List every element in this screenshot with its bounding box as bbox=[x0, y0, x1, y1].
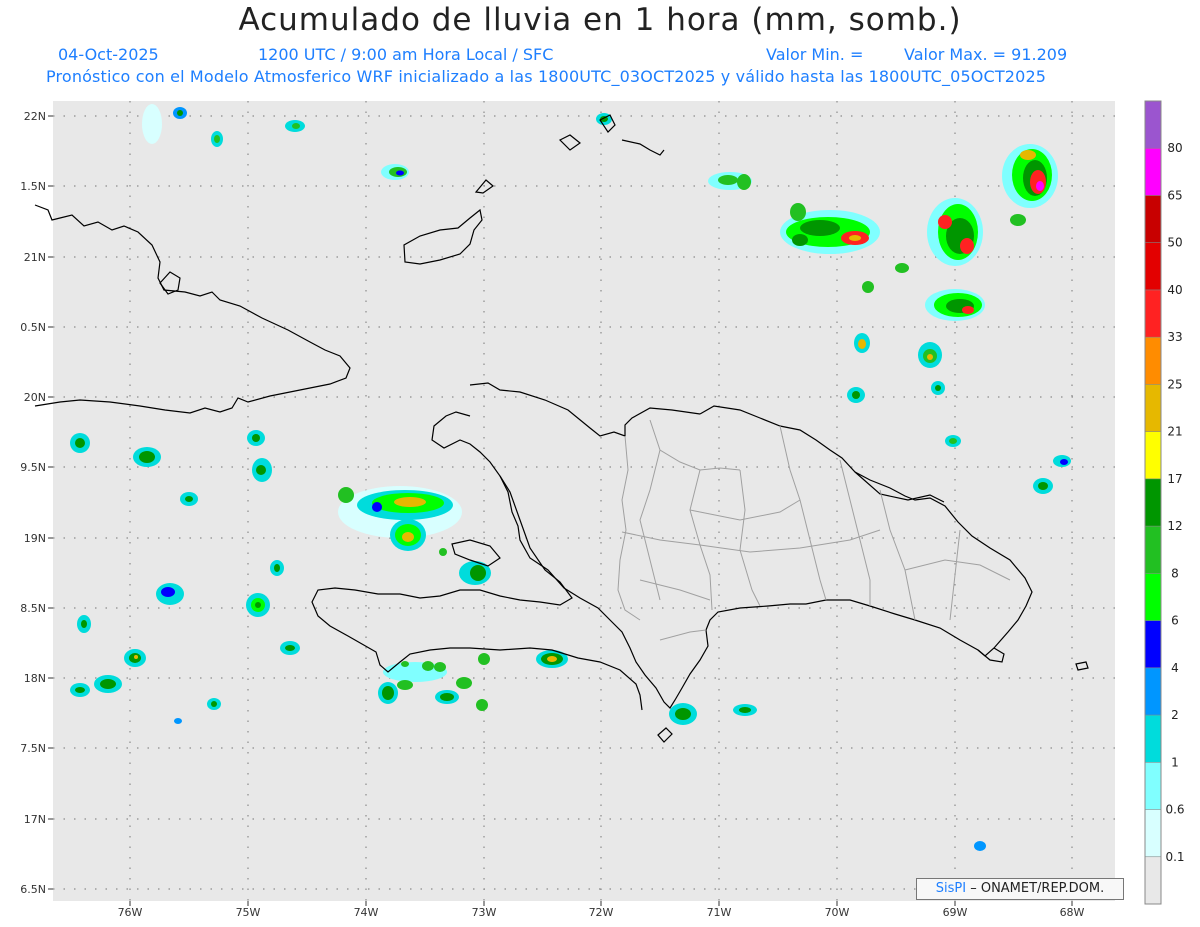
rain-cell bbox=[211, 131, 223, 147]
lat-label: 20N bbox=[24, 391, 46, 404]
colorbar-label: 21 bbox=[1167, 425, 1182, 439]
lon-label: 75W bbox=[236, 906, 261, 919]
colorbar-segment bbox=[1145, 667, 1161, 716]
colorbar-segment bbox=[1145, 148, 1161, 196]
colorbar-label: 6 bbox=[1171, 614, 1179, 628]
colorbar-segment bbox=[1145, 762, 1161, 811]
colorbar-label: 25 bbox=[1167, 377, 1182, 391]
colorbar-label: 2 bbox=[1171, 708, 1179, 722]
sispi-logo: SisPI bbox=[935, 881, 967, 896]
colorbar-label: 0.1 bbox=[1165, 850, 1184, 864]
colorbar-segment bbox=[1145, 809, 1161, 858]
colorbar-segment bbox=[1145, 384, 1161, 433]
lat-label: 21N bbox=[24, 251, 46, 264]
color-scale-legend: 806550403325211712864210.60.1 bbox=[1144, 100, 1185, 905]
colorbar-segment bbox=[1145, 715, 1161, 763]
lat-label: 0.5N bbox=[20, 321, 46, 334]
rain-cell bbox=[142, 104, 162, 144]
rain-cell bbox=[669, 703, 697, 725]
rain-cell bbox=[733, 704, 757, 716]
colorbar-segment bbox=[1145, 242, 1161, 291]
colorbar-segment bbox=[1145, 101, 1161, 149]
colorbar-segment bbox=[1145, 431, 1161, 480]
lat-label: 22N bbox=[24, 110, 46, 123]
colorbar-label: 40 bbox=[1167, 283, 1182, 297]
lat-label: 9.5N bbox=[20, 461, 46, 474]
lon-label: 70W bbox=[825, 906, 850, 919]
colorbar-segment bbox=[1145, 573, 1161, 622]
colorbar-label: 33 bbox=[1167, 330, 1182, 344]
lon-label: 69W bbox=[943, 906, 968, 919]
lat-label: 17N bbox=[24, 813, 46, 826]
colorbar-segment bbox=[1145, 195, 1161, 244]
credit-box: SisPI – ONAMET/REP.DOM. bbox=[916, 878, 1124, 900]
colorbar-segment bbox=[1145, 337, 1161, 385]
rain-cell bbox=[381, 164, 409, 180]
rain-cell bbox=[974, 841, 986, 851]
colorbar-segment bbox=[1145, 856, 1161, 905]
lat-label: 6.5N bbox=[20, 883, 46, 896]
colorbar-segment bbox=[1145, 620, 1161, 669]
colorbar-label: 12 bbox=[1167, 519, 1182, 533]
colorbar-segment bbox=[1145, 289, 1161, 338]
colorbar-label: 80 bbox=[1167, 141, 1182, 155]
lon-label: 73W bbox=[472, 906, 497, 919]
colorbar-label: 1 bbox=[1171, 755, 1179, 769]
colorbar-label: 50 bbox=[1167, 236, 1182, 250]
colorbar-label: 65 bbox=[1167, 188, 1182, 202]
rainfall-map: 76W 75W 74W 73W 72W 71W 70W 69W 68W 22N 1.5N 21N 0.5… bbox=[20, 100, 1185, 919]
lon-label: 72W bbox=[589, 906, 614, 919]
lat-label: 18N bbox=[24, 672, 46, 685]
colorbar-segment bbox=[1145, 526, 1161, 574]
lon-label: 76W bbox=[118, 906, 143, 919]
lat-label: 8.5N bbox=[20, 602, 46, 615]
colorbar-label: 17 bbox=[1167, 472, 1182, 486]
colorbar-label: 0.6 bbox=[1165, 803, 1184, 817]
colorbar-segment bbox=[1145, 478, 1161, 527]
lat-label: 7.5N bbox=[20, 742, 46, 755]
lon-label: 68W bbox=[1060, 906, 1085, 919]
colorbar-label: 8 bbox=[1171, 566, 1179, 580]
lon-label: 71W bbox=[707, 906, 732, 919]
credit-text: – ONAMET/REP.DOM. bbox=[970, 881, 1105, 896]
lat-label: 1.5N bbox=[20, 180, 46, 193]
lon-label: 74W bbox=[354, 906, 379, 919]
lat-label: 19N bbox=[24, 532, 46, 545]
colorbar-label: 4 bbox=[1171, 661, 1179, 675]
rain-cell bbox=[173, 107, 187, 119]
rain-cell bbox=[285, 120, 305, 132]
